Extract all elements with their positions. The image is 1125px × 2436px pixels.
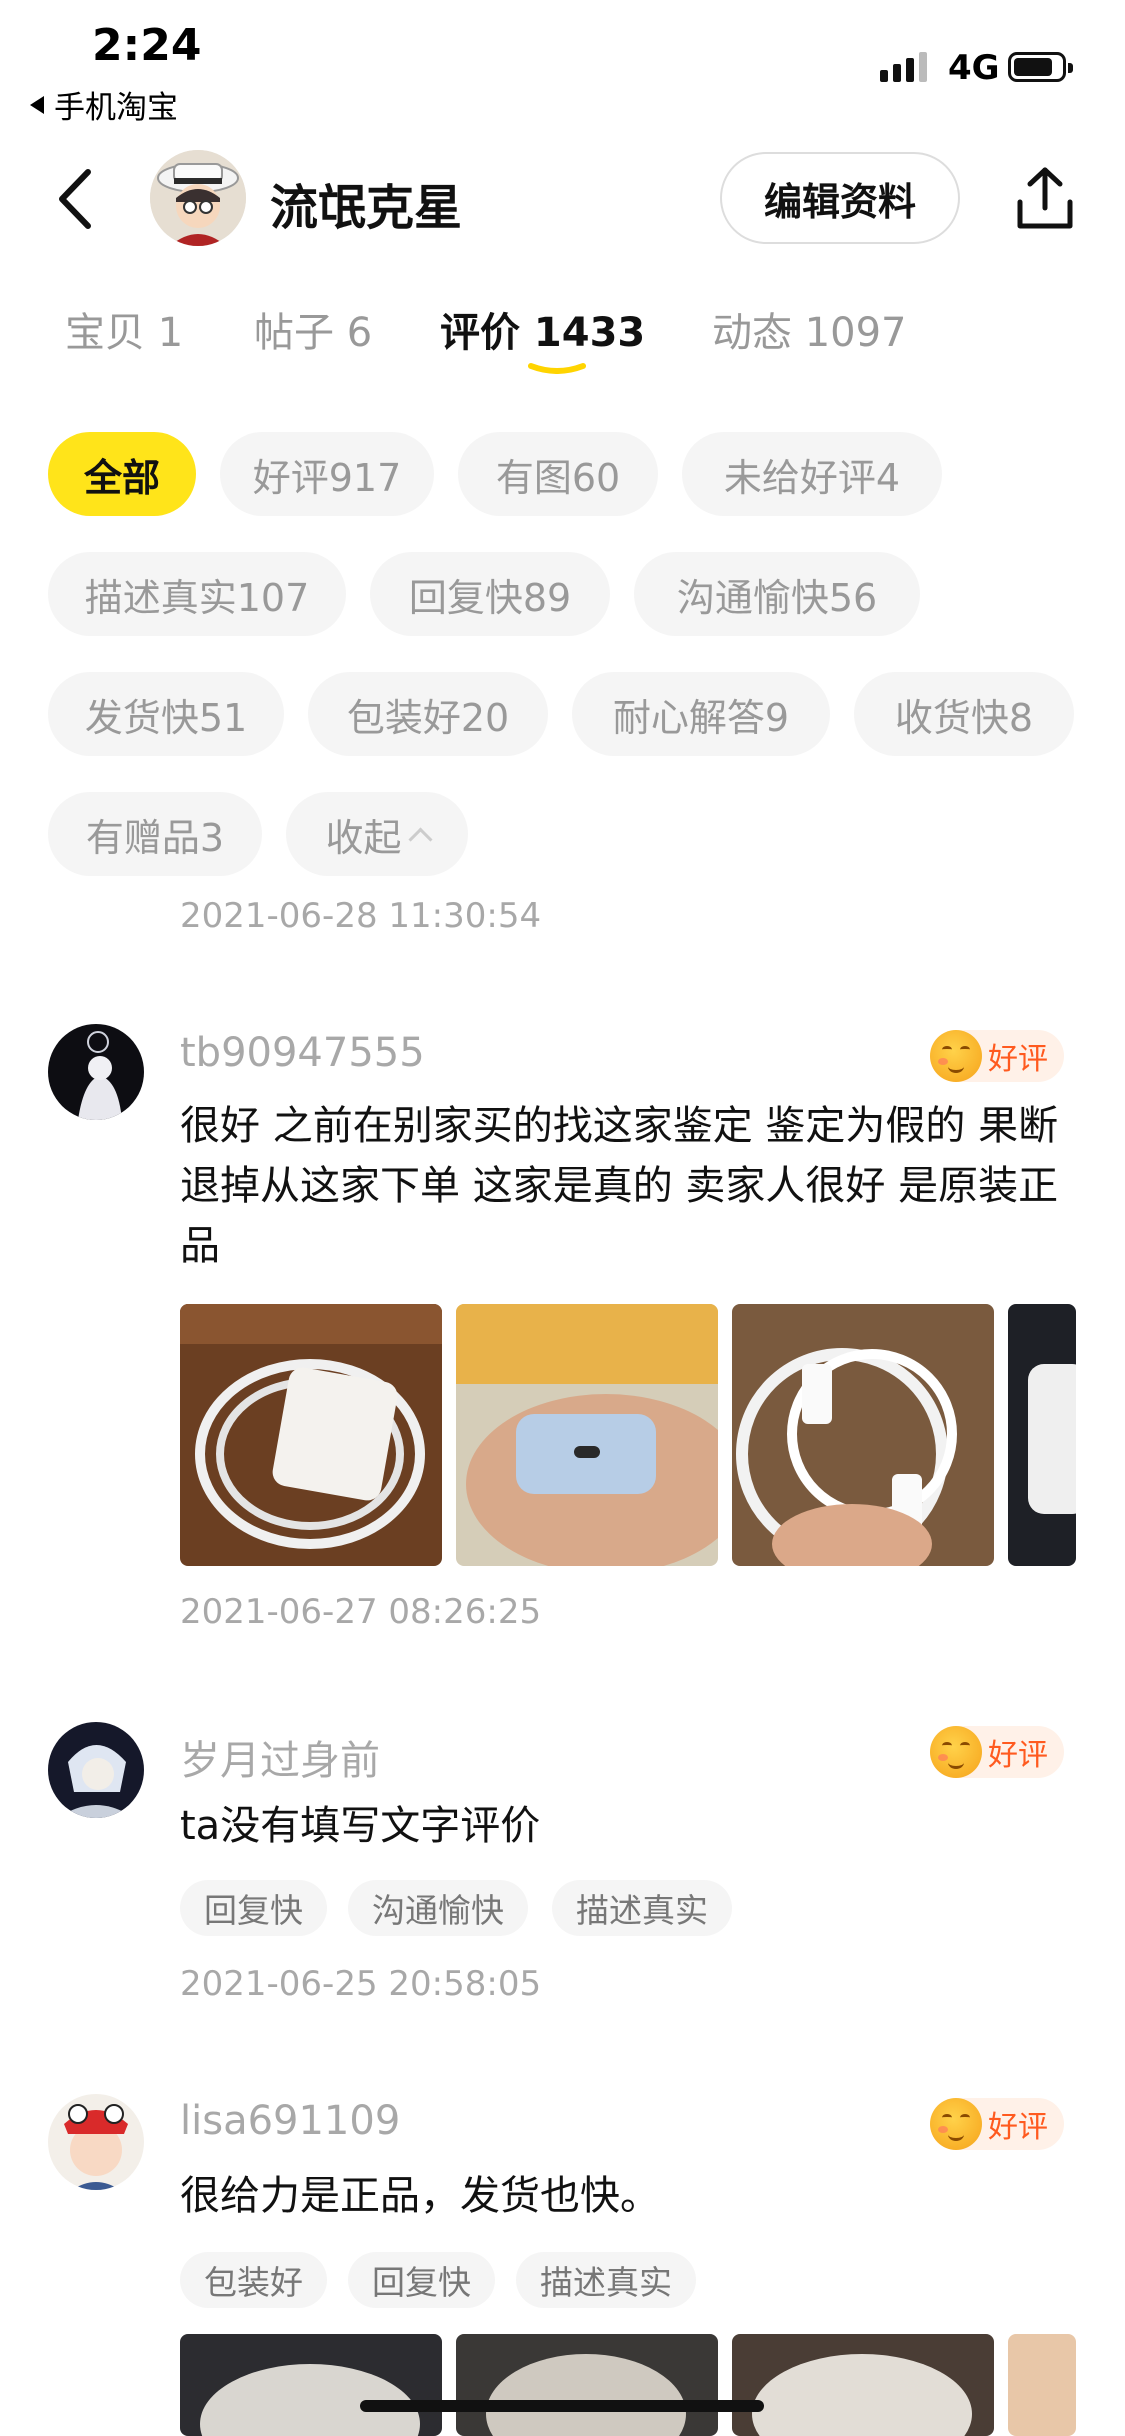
share-button[interactable]	[1012, 164, 1078, 234]
review-timestamp: 2021-06-25 20:58:05	[180, 1964, 542, 2004]
filter-chip-fast-reply[interactable]: 回复快89	[370, 552, 610, 636]
signal-icon	[880, 52, 927, 82]
chevron-up-icon	[407, 826, 433, 852]
filter-chip-accurate-description[interactable]: 描述真实107	[48, 552, 346, 636]
back-button[interactable]	[52, 164, 102, 234]
review-photo[interactable]	[1008, 2334, 1076, 2436]
filter-chip-good-packaging[interactable]: 包装好20	[308, 672, 548, 756]
review-tag: 沟通愉快	[348, 1880, 528, 1936]
tab-items[interactable]: 宝贝 1	[65, 300, 183, 358]
smile-emoji-icon	[930, 2098, 982, 2150]
tab-reviews[interactable]: 评价 1433	[440, 300, 645, 358]
review-tag: 回复快	[180, 1880, 327, 1936]
filter-chip-with-photos[interactable]: 有图60	[458, 432, 658, 516]
back-to-app-link[interactable]: 手机淘宝	[30, 82, 178, 127]
home-indicator[interactable]	[360, 2400, 764, 2412]
review-text: 很给力是正品，发货也快。	[180, 2173, 660, 2219]
back-app-label: 手机淘宝	[54, 90, 178, 126]
rating-label: 好评	[988, 1738, 1048, 1773]
filter-chip-no-positive[interactable]: 未给好评4	[682, 432, 942, 516]
filter-chip-positive[interactable]: 好评917	[220, 432, 434, 516]
filter-chip-fast-delivery[interactable]: 收货快8	[854, 672, 1074, 756]
edit-profile-button[interactable]: 编辑资料	[720, 152, 960, 244]
reviewer-name[interactable]: 岁月过身前	[180, 1728, 380, 1786]
profile-name: 流氓克星	[270, 180, 463, 236]
profile-avatar[interactable]	[150, 150, 246, 246]
collapse-label: 收起	[325, 815, 402, 860]
filter-chip-pleasant-communication[interactable]: 沟通愉快56	[634, 552, 920, 636]
review-tag: 回复快	[348, 2252, 495, 2308]
rating-badge: 好评	[930, 1726, 1064, 1778]
reviewer-name[interactable]: lisa691109	[180, 2098, 400, 2144]
reviewer-name[interactable]: tb90947555	[180, 1030, 425, 1076]
battery-icon	[1008, 52, 1073, 82]
rating-label: 好评	[988, 1042, 1048, 1077]
review-tag: 描述真实	[552, 1880, 732, 1936]
status-time: 2:24	[92, 20, 202, 71]
review-photo[interactable]	[456, 2334, 718, 2436]
reviewer-avatar[interactable]	[48, 2094, 144, 2190]
reviewer-avatar[interactable]	[48, 1722, 144, 1818]
collapse-filters-button[interactable]: 收起	[286, 792, 468, 876]
filter-chip-fast-shipping[interactable]: 发货快51	[48, 672, 284, 756]
review-photo[interactable]	[456, 1304, 718, 1566]
review-photo[interactable]	[180, 2334, 442, 2436]
review-text: ta没有填写文字评价	[180, 1803, 541, 1849]
smile-emoji-icon	[930, 1726, 982, 1778]
tab-posts[interactable]: 帖子 6	[254, 300, 372, 358]
rating-badge: 好评	[930, 2098, 1064, 2150]
filter-chip-patient-answers[interactable]: 耐心解答9	[572, 672, 830, 756]
review-tag: 描述真实	[516, 2252, 696, 2308]
network-type: 4G	[948, 48, 1000, 88]
review-tag: 包装好	[180, 2252, 327, 2308]
review-text: 很好 之前在别家买的找这家鉴定 鉴定为假的 果断退掉从这家下单 这家是真的 卖家…	[180, 1103, 1059, 1269]
rating-label: 好评	[988, 2110, 1048, 2145]
review-photo[interactable]	[732, 2334, 994, 2436]
tab-activity[interactable]: 动态 1097	[712, 300, 907, 358]
review-timestamp: 2021-06-27 08:26:25	[180, 1592, 542, 1632]
back-triangle-icon	[30, 95, 44, 114]
review-photo[interactable]	[1008, 1304, 1076, 1566]
review-timestamp: 2021-06-28 11:30:54	[180, 896, 542, 936]
filter-chip-with-gift[interactable]: 有赠品3	[48, 792, 262, 876]
reviewer-avatar[interactable]	[48, 1024, 144, 1120]
review-photo[interactable]	[180, 1304, 442, 1566]
rating-badge: 好评	[930, 1030, 1064, 1082]
share-upload-icon	[1017, 167, 1073, 229]
review-photo[interactable]	[732, 1304, 994, 1566]
chevron-left-icon	[59, 169, 91, 229]
active-tab-indicator	[528, 363, 586, 374]
smile-emoji-icon	[930, 1030, 982, 1082]
filter-chip-all[interactable]: 全部	[48, 432, 196, 516]
